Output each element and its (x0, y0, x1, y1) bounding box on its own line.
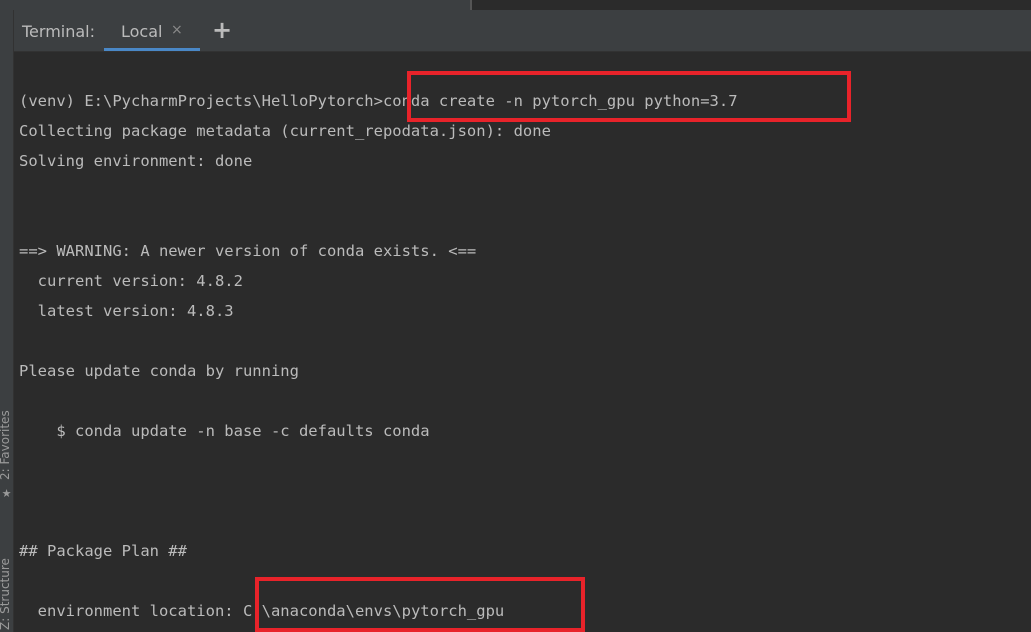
output-line: ## Package Plan ## (19, 542, 187, 560)
output-line: $ conda update -n base -c defaults conda (19, 422, 430, 440)
tab-local[interactable]: Local × (104, 10, 200, 51)
editor-area-edge (0, 0, 470, 10)
prompt-prefix: (venv) E:\PycharmProjects\HelloPytorch (19, 92, 374, 110)
left-tool-strip: 2: Favorites ★ Z: Structure (0, 10, 14, 632)
output-line: Solving environment: done (19, 152, 253, 170)
output-line: current version: 4.8.2 (19, 272, 243, 290)
add-tab-button[interactable]: + (212, 16, 232, 44)
env-location-label: environment location: (19, 602, 234, 620)
terminal-title: Terminal: (22, 22, 96, 41)
env-location-highlight-box (255, 577, 585, 632)
terminal-header: Terminal: Local × + (14, 10, 1031, 52)
command-highlight-box (407, 71, 851, 122)
terminal-output[interactable]: (venv) E:\PycharmProjects\HelloPytorch>c… (14, 52, 1031, 632)
output-line: latest version: 4.8.3 (19, 302, 234, 320)
output-line: Collecting package metadata (current_rep… (19, 122, 551, 140)
structure-tool-button[interactable]: Z: Structure (0, 530, 14, 630)
star-icon: ★ (1, 487, 12, 500)
favorites-tool-button[interactable]: 2: Favorites (0, 390, 14, 480)
output-line: Please update conda by running (19, 362, 299, 380)
editor-area-edge-right (472, 0, 1031, 10)
tab-label: Local (121, 22, 163, 41)
close-icon[interactable]: × (171, 22, 183, 38)
output-line: ==> WARNING: A newer version of conda ex… (19, 242, 477, 260)
top-strip (0, 0, 1031, 10)
